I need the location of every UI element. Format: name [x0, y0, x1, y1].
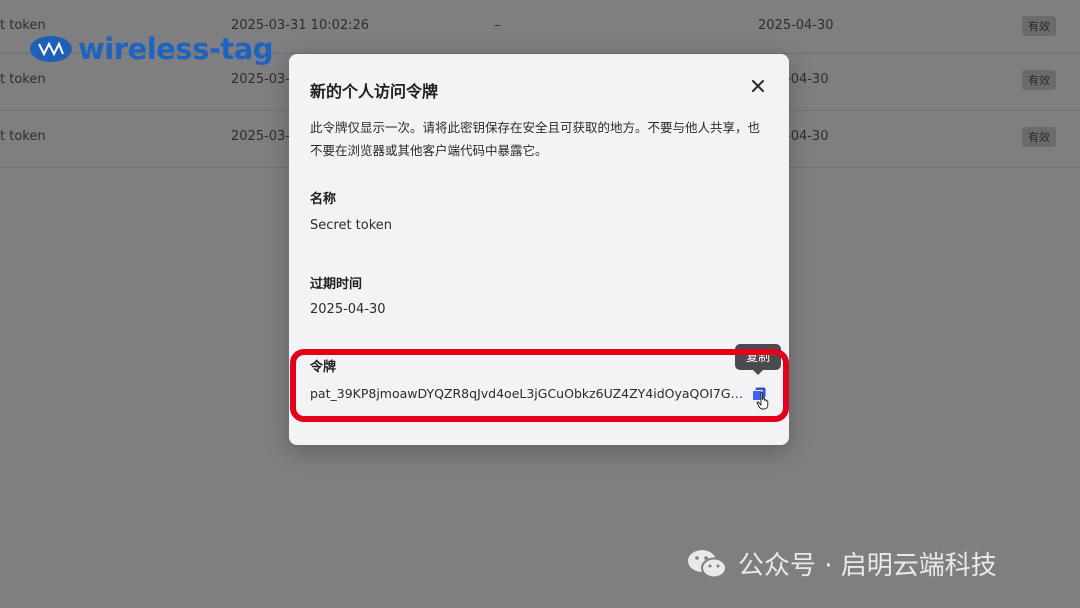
token-name-cell: t token — [0, 129, 46, 144]
wechat-icon — [686, 547, 728, 581]
name-label: 名称 — [310, 192, 337, 207]
brand-mark-icon — [30, 36, 72, 62]
expires-cell: 2025-04-30 — [758, 18, 834, 33]
brand-name: wireless-tag — [78, 32, 274, 66]
dialog-title: 新的个人访问令牌 — [310, 82, 439, 101]
wechat-watermark: 公众号 · 启明云端科技 — [686, 545, 997, 582]
expiry-label: 过期时间 — [310, 277, 363, 292]
name-value: Secret token — [310, 218, 393, 233]
status-badge: 有效 — [1022, 127, 1056, 147]
last-used-cell: – — [494, 18, 501, 33]
token-label: 令牌 — [310, 360, 337, 375]
status-badge: 有效 — [1022, 16, 1056, 36]
expires-cell: -04-30 — [786, 129, 829, 144]
new-token-dialog: 新的个人访问令牌 此令牌仅显示一次。请将此密钥保存在安全且可获取的地方。不要与他… — [289, 54, 789, 445]
created-at-cell: 2025-03-31 10:02:26 — [231, 18, 370, 33]
hand-cursor-icon — [756, 392, 770, 410]
brand-logo: wireless-tag — [30, 32, 274, 66]
token-name-cell: t token — [0, 72, 46, 87]
token-value: pat_39KP8jmoawDYQZR8qJvd4oeL3jGCuObkz6UZ… — [310, 386, 750, 401]
close-icon[interactable] — [749, 77, 767, 95]
dialog-description: 此令牌仅显示一次。请将此密钥保存在安全且可获取的地方。不要与他人共享，也不要在浏… — [310, 120, 761, 158]
expiry-value: 2025-04-30 — [310, 302, 386, 317]
copy-tooltip: 复制 — [735, 344, 781, 375]
created-at-cell: 2025-03- — [231, 72, 291, 87]
created-at-cell: 2025-03- — [231, 129, 291, 144]
watermark-text: 公众号 · 启明云端科技 — [738, 551, 997, 581]
expires-cell: -04-30 — [786, 72, 829, 87]
token-name-cell: t token — [0, 18, 46, 33]
status-badge: 有效 — [1022, 70, 1056, 90]
